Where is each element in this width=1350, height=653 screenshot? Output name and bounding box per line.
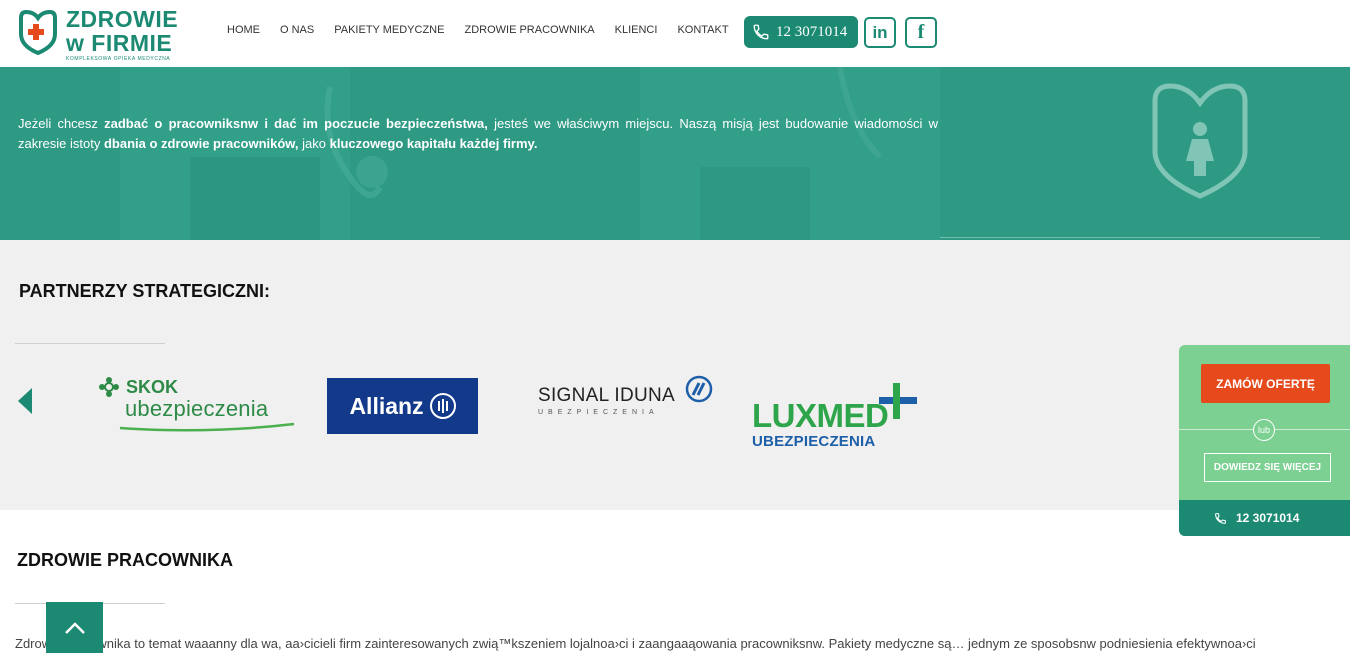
phone-icon <box>1215 512 1226 524</box>
luxmed-name: LUXMED <box>752 397 889 434</box>
carousel-prev-arrow-icon[interactable] <box>18 388 32 414</box>
side-phone-button[interactable]: 12 3071014 <box>1179 500 1350 536</box>
side-phone-number: 12 3071014 <box>1236 511 1300 525</box>
logo[interactable]: ZDROWIE w FIRMIE KOMPLEKSOWA OPIEKA MEDY… <box>18 8 178 62</box>
allianz-eagle-icon <box>429 393 456 419</box>
site-header: ZDROWIE w FIRMIE KOMPLEKSOWA OPIEKA MEDY… <box>0 0 1350 67</box>
page: ZDROWIE w FIRMIE KOMPLEKSOWA OPIEKA MEDY… <box>0 0 1350 653</box>
hero-text-3: jako <box>298 136 330 151</box>
section-body-text: Zdrowie pracownika to temat waaanny dla … <box>15 636 1256 651</box>
or-separator: lub <box>1253 419 1275 441</box>
logo-title-line2: w FIRMIE <box>66 30 173 56</box>
luxmed-cross-icon <box>879 383 917 419</box>
nav-medical-packages[interactable]: PAKIETY MEDYCZNE <box>334 24 444 36</box>
learn-more-button[interactable]: DOWIEDZ SIĘ WIĘCEJ <box>1204 453 1331 482</box>
partner-logo-skok[interactable]: SKOK ubezpieczenia <box>98 376 298 432</box>
phone-icon <box>753 24 769 40</box>
partner-logo-luxmed[interactable]: LUXMED UBEZPIECZENIA <box>752 383 917 450</box>
skok-subtitle: ubezpieczenia <box>125 396 269 421</box>
scroll-to-top-button[interactable] <box>46 602 103 653</box>
hero-banner: Jeżeli chcesz zadbać o pracowniksnw i da… <box>0 67 1350 240</box>
nav-contact[interactable]: KONTAKT <box>677 24 728 36</box>
skok-flower-icon <box>99 377 119 397</box>
patient-shield-icon <box>1152 83 1248 199</box>
nav-clients[interactable]: KLIENCI <box>615 24 658 36</box>
hero-divider <box>940 237 1320 238</box>
skok-name: SKOK <box>126 376 179 397</box>
partners-section: PARTNERZY STRATEGICZNI: SKOK ubezpieczen… <box>0 240 1350 510</box>
hero-text-bold-2: dbania o zdrowie pracowników, <box>103 136 299 151</box>
partner-logo-allianz[interactable]: Allianz <box>327 378 478 434</box>
signal-name: SIGNAL IDUNA <box>538 385 675 406</box>
hero-intro-text: Jeżeli chcesz zadbać o pracowniksnw i da… <box>18 114 938 154</box>
section-title: ZDROWIE PRACOWNIKA <box>17 550 233 570</box>
linkedin-label: in <box>872 22 888 42</box>
chevron-up-icon <box>64 621 85 634</box>
logo-title-line1: ZDROWIE <box>66 6 179 32</box>
phone-button[interactable]: 12 3071014 <box>744 16 858 48</box>
facebook-icon[interactable]: f <box>905 17 937 48</box>
nav-home[interactable]: HOME <box>227 24 260 36</box>
phone-number: 12 3071014 <box>776 23 848 40</box>
skok-swoosh <box>119 422 295 432</box>
nav-employee-health[interactable]: ZDROWIE PRACOWNIKA <box>464 24 594 36</box>
heart-shield-icon <box>19 9 57 56</box>
order-offer-button[interactable]: ZAMÓW OFERTĘ <box>1201 364 1330 403</box>
nav-about[interactable]: O NAS <box>280 24 314 36</box>
main-nav: HOME O NAS PAKIETY MEDYCZNE ZDROWIE PRAC… <box>227 24 749 36</box>
linkedin-icon[interactable]: in <box>864 17 896 48</box>
logo-tagline: KOMPLEKSOWA OPIEKA MEDYCZNA <box>66 56 171 62</box>
allianz-name: Allianz <box>349 392 424 419</box>
luxmed-subtitle: UBEZPIECZENIA <box>752 433 876 450</box>
signal-subtitle: UBEZPIECZENIA <box>538 409 659 416</box>
partner-logo-signal-iduna[interactable]: SIGNAL IDUNA UBEZPIECZENIA <box>538 375 713 416</box>
signal-iduna-mark-icon <box>685 375 713 403</box>
hero-text-bold-3: kluczowego kapitału każdej firmy. <box>329 136 538 151</box>
partners-divider <box>15 343 165 344</box>
facebook-label: f <box>917 21 925 43</box>
contact-side-widget: ZAMÓW OFERTĘ lub DOWIEDZ SIĘ WIĘCEJ 12 3… <box>1179 345 1350 536</box>
hero-text-1: Jeżeli chcesz <box>18 116 105 131</box>
partners-title: PARTNERZY STRATEGICZNI: <box>19 281 270 301</box>
hero-text-bold-1: zadbać o pracowniksnw i dać im poczucie … <box>104 116 488 131</box>
